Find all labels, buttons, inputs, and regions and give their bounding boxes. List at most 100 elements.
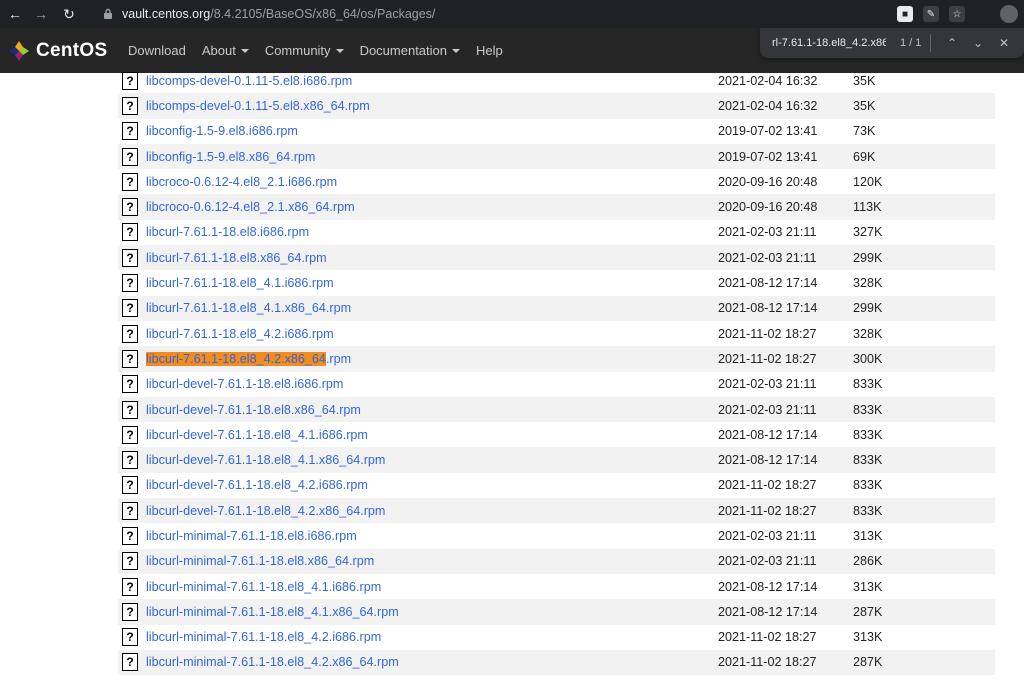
table-row: ? libcurl-devel-7.61.1-18.el8_4.1.x86_64.… xyxy=(118,447,995,473)
file-link[interactable]: libcurl-7.61.1-18.el8_4.2.x86_64.rpm xyxy=(146,351,718,366)
translate-icon[interactable]: ✎ xyxy=(923,6,939,22)
centos-logo[interactable]: CentOS xyxy=(8,40,118,62)
file-link[interactable]: libcurl-7.61.1-18.el8_4.1.i686.rpm xyxy=(146,276,718,290)
file-link[interactable]: libcurl-minimal-7.61.1-18.el8.x86_64.rpm xyxy=(146,554,718,568)
file-link[interactable]: libconfig-1.5-9.el8.i686.rpm xyxy=(146,124,718,138)
find-highlight: libcurl-7.61.1-18.el8_4.2.x86_64 xyxy=(146,351,326,366)
file-size: 299K xyxy=(853,250,883,265)
file-link[interactable]: libconfig-1.5-9.el8.x86_64.rpm xyxy=(146,150,718,164)
file-size: 328K xyxy=(853,276,883,291)
table-row: ? libcurl-7.61.1-18.el8_4.2.x86_64.rpm 202… xyxy=(118,346,995,372)
file-link[interactable]: libcurl-7.61.1-18.el8_4.1.x86_64.rpm xyxy=(146,301,718,315)
nav-download[interactable]: Download xyxy=(128,43,186,58)
unknown-file-icon: ? xyxy=(122,552,138,571)
file-date: 2021-11-02 18:27 xyxy=(718,503,817,518)
file-link[interactable]: libcurl-devel-7.61.1-18.el8.i686.rpm xyxy=(146,377,718,391)
file-date: 2019-07-02 13:41 xyxy=(718,149,818,164)
table-row: ? libcurl-devel-7.61.1-18.el8.x86_64.rpm 2… xyxy=(118,396,995,423)
find-bar: rl-7.61.1-18.el8_4.2.x86_64 1 / 1 ⌃ ⌄ ✕ xyxy=(760,28,1024,58)
bookmark-star-icon[interactable]: ☆ xyxy=(949,6,965,22)
nav-help[interactable]: Help xyxy=(476,43,503,58)
table-row: ? libcurl-7.61.1-18.el8.x86_64.rpm 2021-02… xyxy=(118,245,995,271)
file-size: 833K xyxy=(853,377,883,392)
file-link[interactable]: libcurl-minimal-7.61.1-18.el8_4.1.i686.r… xyxy=(146,580,718,594)
nav-documentation-label: Documentation xyxy=(359,43,448,58)
lock-icon xyxy=(102,8,114,20)
file-size: 328K xyxy=(853,326,883,341)
table-row: ? libcurl-devel-7.61.1-18.el8.i686.rpm 202… xyxy=(118,372,995,397)
unknown-file-icon: ? xyxy=(122,172,138,191)
file-date: 2021-11-02 18:27 xyxy=(718,478,817,493)
table-row: ? libcurl-minimal-7.61.1-18.el8.x86_64.rp… xyxy=(118,548,995,574)
table-row: ? libcurl-minimal-7.61.1-18.el8_4.2.i686.… xyxy=(118,625,995,650)
table-row: ? libconfig-1.5-9.el8.i686.rpm 2019-07-02 … xyxy=(118,119,995,144)
page-info-icon[interactable]: ■ xyxy=(897,6,913,22)
file-link[interactable]: libcurl-devel-7.61.1-18.el8_4.1.x86_64.r… xyxy=(146,453,718,467)
address-bar[interactable]: vault.centos.org/8.4.2105/BaseOS/x86_64/… xyxy=(90,3,975,25)
table-row: ? libcurl-minimal-7.61.1-18.el8.i686.rpm 2… xyxy=(118,523,995,548)
nav-documentation[interactable]: Documentation xyxy=(359,43,461,58)
nav-download-label: Download xyxy=(128,43,186,58)
file-date: 2020-09-16 20:48 xyxy=(718,174,818,189)
caret-down-icon xyxy=(240,48,249,53)
file-link[interactable]: libcurl-devel-7.61.1-18.el8_4.2.x86_64.r… xyxy=(146,504,718,518)
find-divider xyxy=(930,34,931,52)
back-arrow-icon[interactable]: ← xyxy=(4,3,26,25)
unknown-file-icon: ? xyxy=(122,349,138,368)
file-size: 300K xyxy=(853,351,883,366)
unknown-file-icon: ? xyxy=(122,71,138,90)
file-link[interactable]: libcurl-minimal-7.61.1-18.el8.i686.rpm xyxy=(146,529,718,543)
table-row: ? libcurl-devel-7.61.1-18.el8_4.2.x86_64.… xyxy=(118,498,995,524)
url-host: vault.centos.org xyxy=(122,7,211,21)
chevron-up-icon[interactable]: ⌃ xyxy=(941,32,963,54)
nav-community-label: Community xyxy=(264,43,331,58)
nav-help-label: Help xyxy=(476,43,503,58)
unknown-file-icon: ? xyxy=(122,425,138,444)
file-size: 833K xyxy=(853,478,883,493)
find-input[interactable]: rl-7.61.1-18.el8_4.2.x86_64 xyxy=(772,37,886,49)
unknown-file-icon: ? xyxy=(122,274,138,293)
file-link[interactable]: libcurl-devel-7.61.1-18.el8.x86_64.rpm xyxy=(146,403,718,417)
file-size: 287K xyxy=(853,604,883,619)
file-link[interactable]: libcurl-minimal-7.61.1-18.el8_4.2.i686.r… xyxy=(146,630,718,644)
close-icon[interactable]: ✕ xyxy=(993,32,1015,54)
unknown-file-icon: ? xyxy=(122,299,138,318)
file-link[interactable]: libcomps-devel-0.1.11-5.el8.x86_64.rpm xyxy=(146,99,718,113)
file-size: 313K xyxy=(853,579,883,594)
file-size: 833K xyxy=(853,503,883,518)
file-date: 2021-08-12 17:14 xyxy=(718,453,818,468)
unknown-file-icon: ? xyxy=(122,628,138,647)
file-link[interactable]: libcurl-7.61.1-18.el8.x86_64.rpm xyxy=(146,251,718,265)
file-link[interactable]: libcurl-7.61.1-18.el8.i686.rpm xyxy=(146,225,718,239)
table-row: ? libcurl-7.61.1-18.el8_4.1.x86_64.rpm 202… xyxy=(118,295,995,321)
forward-arrow-icon[interactable]: → xyxy=(30,3,52,25)
file-link[interactable]: libcomps-devel-0.1.11-5.el8.i686.rpm xyxy=(146,74,718,88)
unknown-file-icon: ? xyxy=(122,96,138,115)
nav-community[interactable]: Community xyxy=(265,43,344,58)
chevron-down-icon[interactable]: ⌄ xyxy=(967,32,989,54)
unknown-file-icon: ? xyxy=(122,602,138,621)
profile-avatar[interactable] xyxy=(1000,5,1018,23)
file-link[interactable]: libcroco-0.6.12-4.el8_2.1.x86_64.rpm xyxy=(146,200,718,214)
file-link[interactable]: libcurl-minimal-7.61.1-18.el8_4.1.x86_64… xyxy=(146,605,718,619)
unknown-file-icon: ? xyxy=(122,324,138,343)
file-link[interactable]: libcurl-devel-7.61.1-18.el8_4.1.i686.rpm xyxy=(146,428,718,442)
reload-icon[interactable]: ↻ xyxy=(58,3,80,25)
unknown-file-icon: ? xyxy=(122,526,138,545)
unknown-file-icon: ? xyxy=(122,375,138,394)
file-listing: ? libcomps-devel-0.1.11-5.el8.i686.rpm 202… xyxy=(118,68,995,676)
file-size: 299K xyxy=(853,301,883,316)
file-size: 833K xyxy=(853,427,883,442)
file-link[interactable]: libcroco-0.6.12-4.el8_2.1.i686.rpm xyxy=(146,175,718,189)
file-link[interactable]: libcurl-7.61.1-18.el8_4.2.i686.rpm xyxy=(146,327,718,341)
table-row: ? libcurl-minimal-7.61.1-18.el8_4.1.x86_6… xyxy=(118,599,995,625)
file-date: 2020-09-16 20:48 xyxy=(718,200,818,215)
table-row: ? libcurl-7.61.1-18.el8_4.2.i686.rpm 2021-… xyxy=(118,321,995,346)
nav-about[interactable]: About xyxy=(202,43,249,58)
table-row: ? libcurl-7.61.1-18.el8.i686.rpm 2021-02-0… xyxy=(118,220,995,245)
unknown-file-icon: ? xyxy=(122,147,138,166)
caret-down-icon xyxy=(335,48,344,53)
file-date: 2021-11-02 18:27 xyxy=(718,655,817,670)
file-link[interactable]: libcurl-devel-7.61.1-18.el8_4.2.i686.rpm xyxy=(146,478,718,492)
file-link[interactable]: libcurl-minimal-7.61.1-18.el8_4.2.x86_64… xyxy=(146,655,718,669)
